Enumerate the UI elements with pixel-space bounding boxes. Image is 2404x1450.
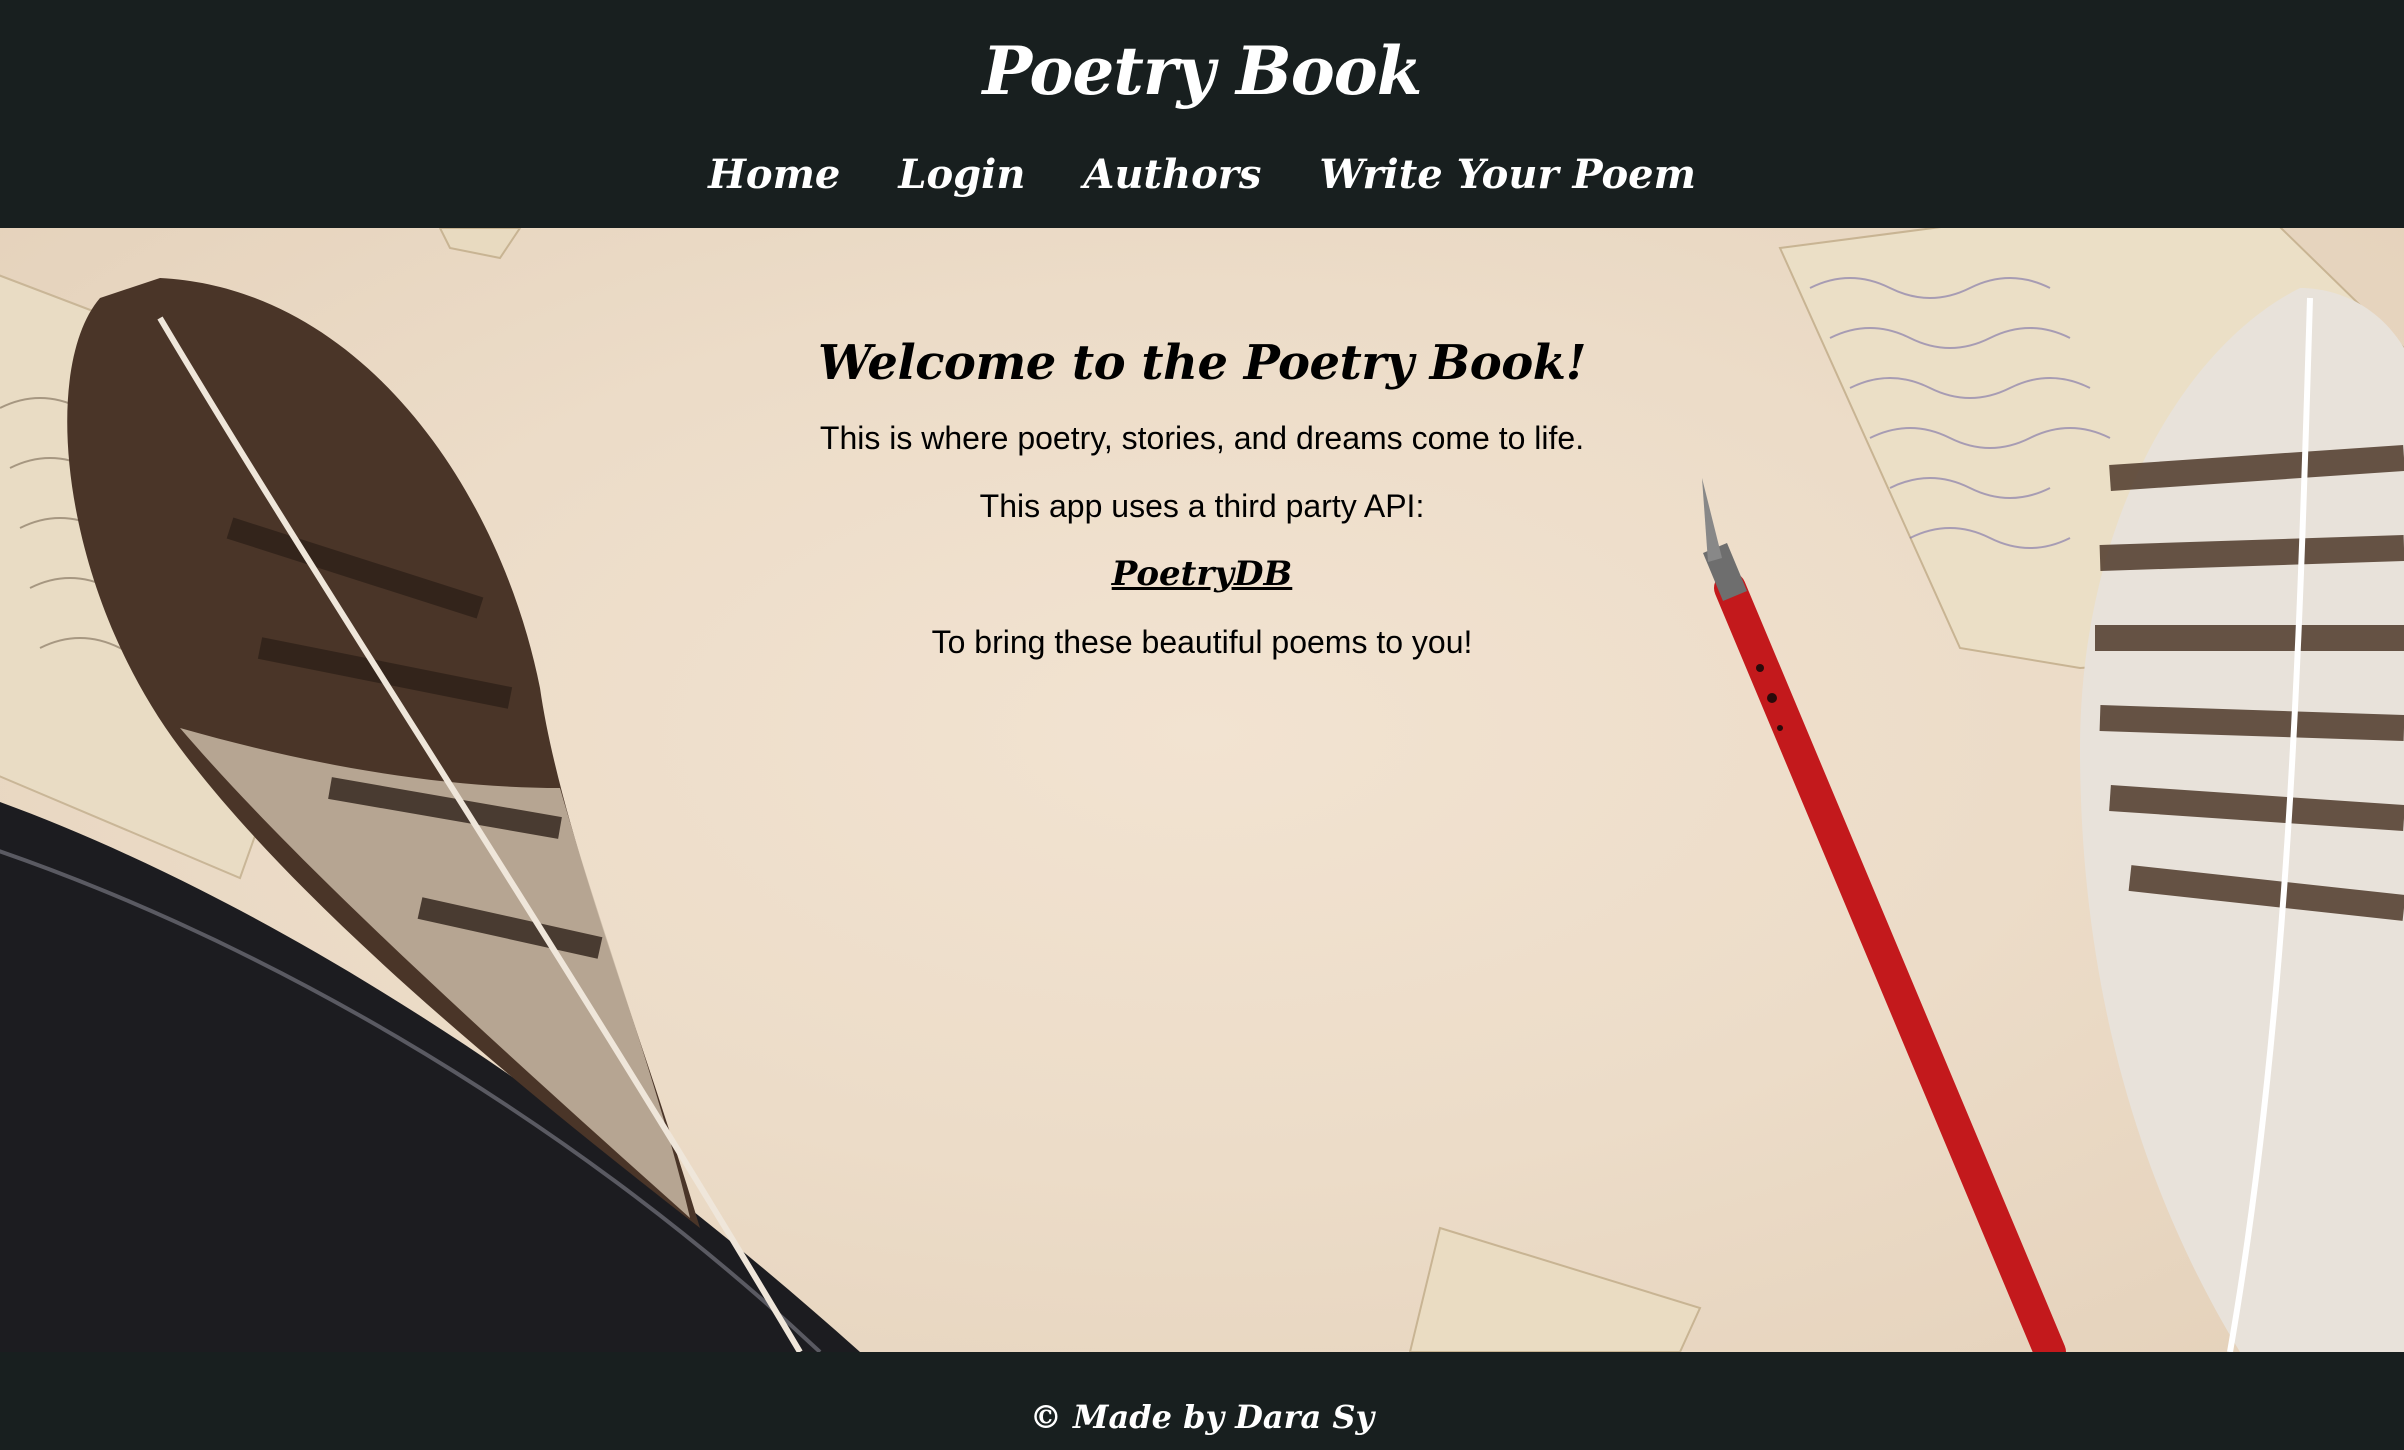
site-title: Poetry Book	[982, 32, 1422, 110]
footer-credit: © Made by Dara Sy	[1029, 1398, 1375, 1436]
nav-login[interactable]: Login	[898, 140, 1025, 210]
nav-home[interactable]: Home	[708, 140, 840, 210]
hero-section: Welcome to the Poetry Book! This is wher…	[0, 228, 2404, 1352]
welcome-content: Welcome to the Poetry Book! This is wher…	[0, 328, 2404, 666]
site-header: Poetry Book Home Login Authors Write You…	[0, 0, 2404, 228]
welcome-heading: Welcome to the Poetry Book!	[817, 335, 1587, 391]
nav-authors[interactable]: Authors	[1083, 140, 1261, 210]
main-nav: Home Login Authors Write Your Poem	[0, 140, 2404, 210]
intro-line-2: This app uses a third party API:	[979, 488, 1425, 524]
intro-line-3: To bring these beautiful poems to you!	[931, 624, 1473, 660]
intro-line-1: This is where poetry, stories, and dream…	[819, 420, 1585, 456]
poetrydb-link[interactable]: PoetryDB	[1112, 550, 1293, 598]
site-footer: © Made by Dara Sy	[0, 1352, 2404, 1450]
nav-write-your-poem[interactable]: Write Your Poem	[1319, 140, 1696, 210]
